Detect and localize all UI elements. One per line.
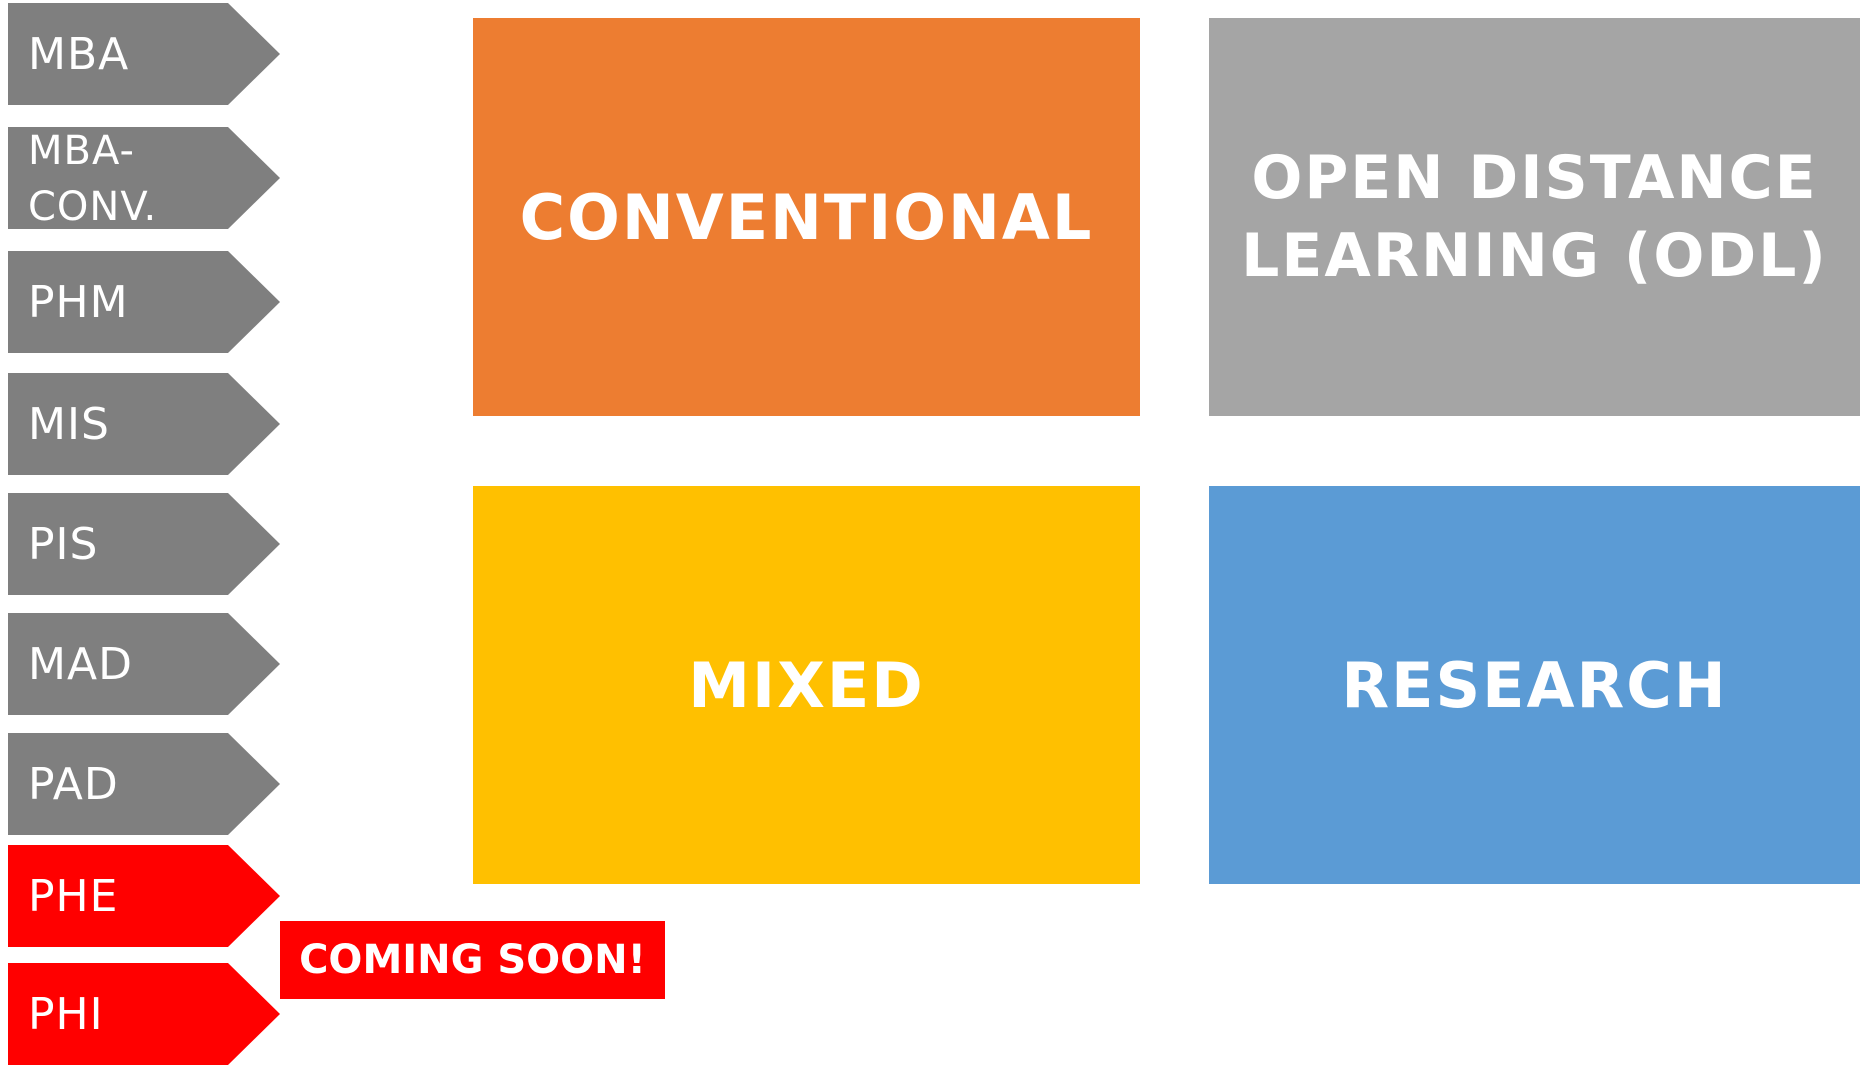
program-tab-mba-conv[interactable]: MBA- CONV. [8,127,280,229]
program-tab-pad[interactable]: PAD [8,733,280,835]
program-tab-label: MBA- CONV. [28,128,158,230]
program-tab-label: MAD [28,638,133,690]
program-tab-label: PAD [28,758,119,810]
program-tab-label: MIS [28,398,110,450]
program-tab-label: PHE [28,870,119,922]
program-tab-pis[interactable]: PIS [8,493,280,595]
category-conventional[interactable]: CONVENTIONAL [473,18,1140,416]
program-tab-phe[interactable]: PHE [8,845,280,947]
program-tab-label: PHM [28,276,129,328]
program-tab-phm[interactable]: PHM [8,251,280,353]
program-tab-label: MBA [28,28,130,80]
coming-soon-badge: COMING SOON! [280,921,665,999]
category-mixed[interactable]: MIXED [473,486,1140,884]
category-odl[interactable]: OPEN DISTANCE LEARNING (ODL) [1209,18,1860,416]
category-research[interactable]: RESEARCH [1209,486,1860,884]
program-tab-mis[interactable]: MIS [8,373,280,475]
program-tab-label: PIS [28,518,99,570]
program-tab-mba[interactable]: MBA [8,3,280,105]
program-tab-label: PHI [28,988,104,1040]
program-tab-mad[interactable]: MAD [8,613,280,715]
program-tab-phi[interactable]: PHI [8,963,280,1065]
